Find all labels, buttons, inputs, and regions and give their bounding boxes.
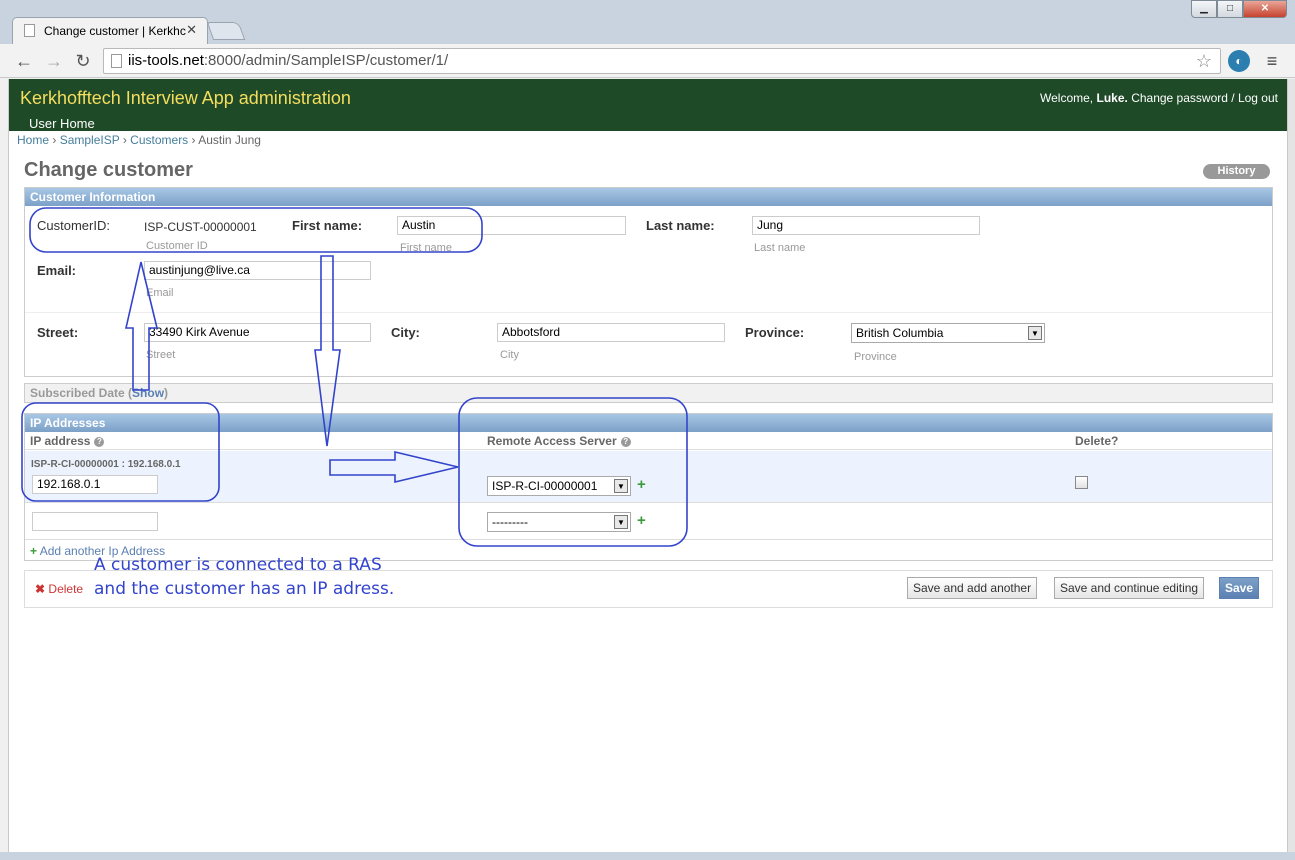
annotation-arrow-up bbox=[124, 261, 159, 391]
annotation-circle-customer bbox=[29, 207, 483, 253]
annotation-arrow-down bbox=[314, 255, 341, 447]
annotation-line-1: A customer is connected to a RAS bbox=[94, 555, 382, 575]
annotation-overlay bbox=[21, 207, 688, 547]
annotation-circle-ip bbox=[21, 402, 220, 502]
annotation-arrow-right bbox=[329, 450, 459, 484]
annotation-line-2: and the customer has an IP adress. bbox=[94, 579, 395, 599]
annotation-circle-ras bbox=[458, 397, 688, 547]
